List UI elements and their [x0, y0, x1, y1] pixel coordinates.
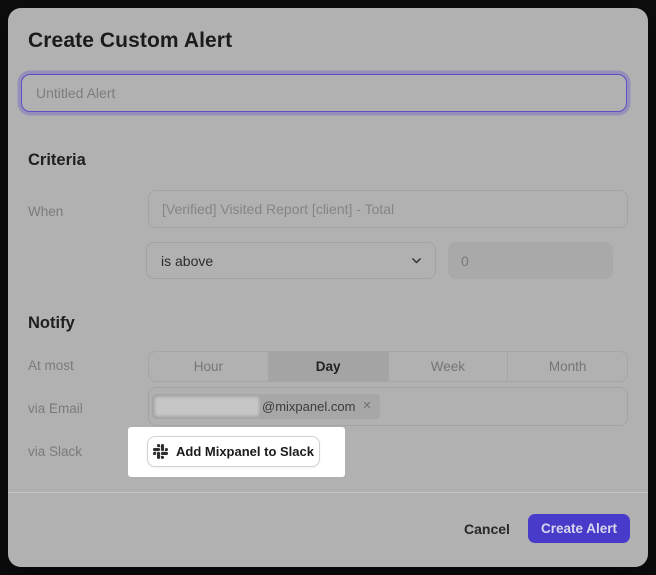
- notify-heading: Notify: [28, 314, 75, 333]
- when-label: When: [28, 204, 63, 219]
- event-field-value: [Verified] Visited Report [client] - Tot…: [162, 201, 394, 217]
- create-alert-button[interactable]: Create Alert: [528, 514, 630, 543]
- frequency-option-day[interactable]: Day: [268, 352, 388, 381]
- footer-divider: [8, 492, 648, 493]
- via-slack-label: via Slack: [28, 444, 82, 459]
- frequency-option-week[interactable]: Week: [388, 352, 508, 381]
- remove-email-icon[interactable]: ✕: [362, 401, 371, 412]
- frequency-option-month[interactable]: Month: [507, 352, 627, 381]
- slack-button-label: Add Mixpanel to Slack: [176, 444, 314, 459]
- email-recipients-field[interactable]: @mixpanel.com ✕: [148, 387, 628, 426]
- alert-name-input[interactable]: [21, 74, 627, 112]
- email-recipient-chip: @mixpanel.com ✕: [152, 394, 380, 419]
- create-custom-alert-modal: Create Custom Alert Criteria When [Verif…: [8, 8, 648, 567]
- operator-select-value: is above: [161, 253, 213, 269]
- add-mixpanel-to-slack-button[interactable]: Add Mixpanel to Slack: [147, 436, 320, 467]
- cancel-button[interactable]: Cancel: [455, 514, 519, 544]
- frequency-segmented-control: Hour Day Week Month: [148, 351, 628, 382]
- dimmed-backdrop: Create Custom Alert Criteria When [Verif…: [0, 0, 656, 575]
- frequency-option-hour[interactable]: Hour: [149, 352, 268, 381]
- at-most-label: At most: [28, 358, 74, 373]
- via-email-label: via Email: [28, 401, 83, 416]
- event-field[interactable]: [Verified] Visited Report [client] - Tot…: [148, 190, 628, 228]
- chevron-down-icon: [410, 254, 423, 267]
- slack-icon: [153, 444, 168, 459]
- threshold-input[interactable]: [448, 242, 613, 279]
- spotlight-highlight: Add Mixpanel to Slack: [128, 427, 345, 477]
- redacted-email-username: [155, 397, 259, 416]
- operator-select[interactable]: is above: [146, 242, 436, 279]
- modal-title: Create Custom Alert: [28, 29, 232, 53]
- email-domain-text: @mixpanel.com: [262, 399, 355, 414]
- criteria-heading: Criteria: [28, 151, 86, 170]
